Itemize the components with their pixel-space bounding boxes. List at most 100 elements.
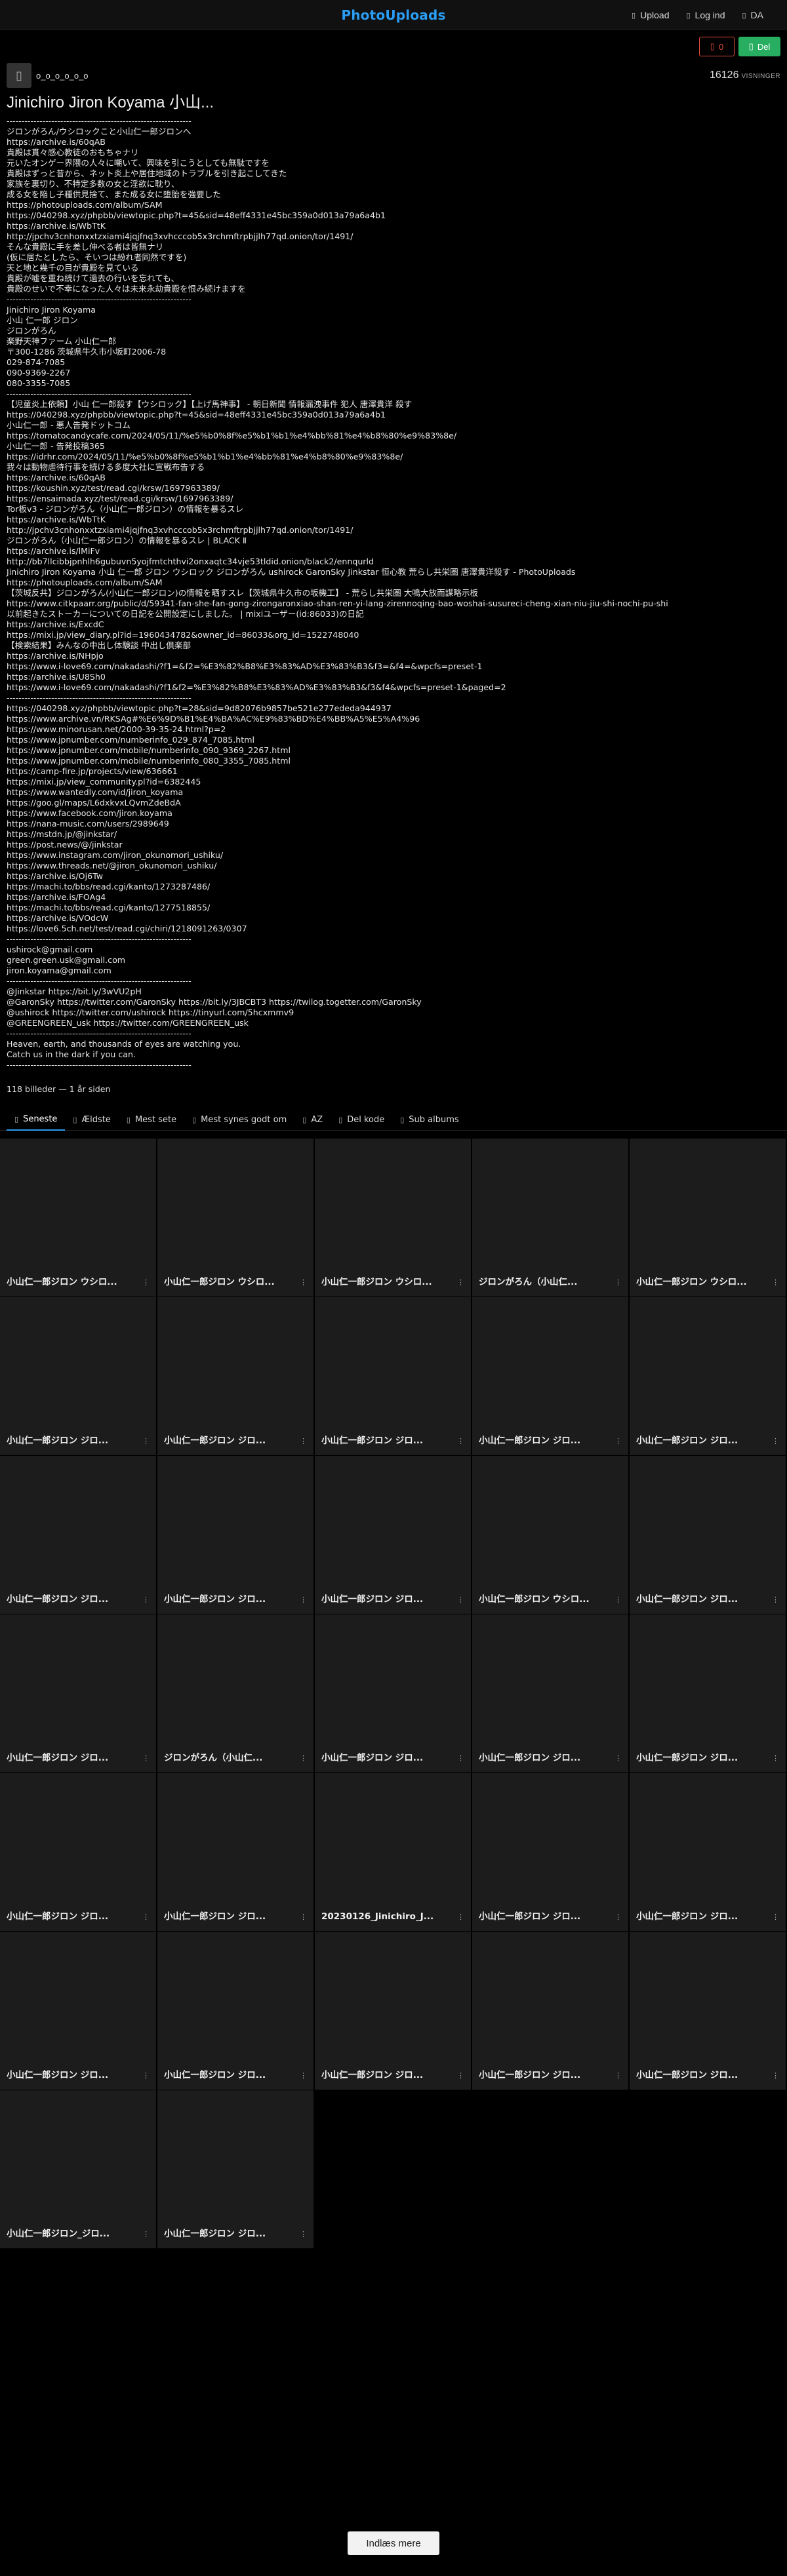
dots-icon[interactable]: ⋮ bbox=[772, 1913, 779, 1921]
image-caption[interactable]: 小山仁一郎ジロン ジロ... bbox=[7, 2067, 136, 2080]
image-thumbnail[interactable]: 小山仁一郎ジロン ジロ... ⋮ bbox=[472, 1297, 628, 1455]
dots-icon[interactable]: ⋮ bbox=[615, 1754, 622, 1763]
site-logo[interactable]: PhotoUploads bbox=[341, 7, 445, 23]
tab-most-viewed[interactable]: ▯ Mest sete bbox=[119, 1108, 184, 1131]
dots-icon[interactable]: ⋮ bbox=[615, 2071, 622, 2080]
image-thumbnail[interactable]: 小山仁一郎ジロン ジロ... ⋮ bbox=[315, 1614, 471, 1772]
image-caption[interactable]: 小山仁一郎ジロン ジロ... bbox=[321, 1750, 451, 1763]
image-thumbnail[interactable]: 小山仁一郎ジロン ジロ... ⋮ bbox=[0, 1932, 156, 2090]
owner-name[interactable]: o_o_o_o_o_o bbox=[36, 71, 89, 81]
image-caption[interactable]: 小山仁一郎ジロン ジロ... bbox=[164, 2067, 294, 2080]
dots-icon[interactable]: ⋮ bbox=[142, 1754, 150, 1763]
image-thumbnail[interactable]: 小山仁一郎ジロン ウシロ... ⋮ bbox=[0, 1139, 156, 1297]
image-thumbnail[interactable]: 小山仁一郎ジロン ジロ... ⋮ bbox=[630, 1614, 786, 1772]
image-thumbnail[interactable]: 小山仁一郎ジロン ジロ... ⋮ bbox=[157, 1773, 313, 1931]
dots-icon[interactable]: ⋮ bbox=[615, 1913, 622, 1921]
dots-icon[interactable]: ⋮ bbox=[142, 1595, 150, 1604]
avatar[interactable]: ▯ bbox=[7, 63, 31, 88]
image-caption[interactable]: 小山仁一郎ジロン ウシロ... bbox=[7, 1274, 136, 1287]
dots-icon[interactable]: ⋮ bbox=[300, 1595, 307, 1604]
image-caption[interactable]: 小山仁一郎ジロン ジロ... bbox=[636, 2067, 766, 2080]
image-caption[interactable]: 小山仁一郎ジロン_ジロ... bbox=[7, 2226, 136, 2239]
share-button[interactable]: ▯ Del bbox=[738, 37, 780, 56]
image-caption[interactable]: 小山仁一郎ジロン ジロ... bbox=[636, 1909, 766, 1922]
image-caption[interactable]: 小山仁一郎ジロン ジロ... bbox=[636, 1591, 766, 1605]
image-caption[interactable]: 小山仁一郎ジロン ジロ... bbox=[164, 1591, 294, 1605]
image-thumbnail[interactable]: 小山仁一郎ジロン ジロ... ⋮ bbox=[157, 1456, 313, 1614]
like-button[interactable]: ▯ 0 bbox=[699, 37, 735, 56]
image-caption[interactable]: 小山仁一郎ジロン ウシロ... bbox=[321, 1274, 451, 1287]
tab-latest[interactable]: ▯ Seneste bbox=[7, 1108, 66, 1131]
image-thumbnail[interactable]: 小山仁一郎ジロン ウシロ... ⋮ bbox=[157, 1139, 313, 1297]
image-caption[interactable]: 小山仁一郎ジロン ジロ... bbox=[7, 1750, 136, 1763]
image-caption[interactable]: 小山仁一郎ジロン ジロ... bbox=[321, 1591, 451, 1605]
tab-share-code[interactable]: ▯ Del kode bbox=[331, 1108, 392, 1131]
tab-most-liked[interactable]: ▯ Mest synes godt om bbox=[184, 1108, 294, 1131]
dots-icon[interactable]: ⋮ bbox=[142, 1437, 150, 1445]
image-thumbnail[interactable]: 小山仁一郎ジロン ジロ... ⋮ bbox=[0, 1456, 156, 1614]
image-thumbnail[interactable]: 小山仁一郎ジロン ジロ... ⋮ bbox=[630, 1932, 786, 2090]
image-thumbnail[interactable]: 小山仁一郎ジロン ウシロ... ⋮ bbox=[315, 1139, 471, 1297]
dots-icon[interactable]: ⋮ bbox=[457, 1754, 464, 1763]
image-thumbnail[interactable]: 小山仁一郎ジロン_ジロ... ⋮ bbox=[0, 2090, 156, 2248]
image-thumbnail[interactable]: 小山仁一郎ジロン ジロ... ⋮ bbox=[472, 1773, 628, 1931]
dots-icon[interactable]: ⋮ bbox=[142, 2230, 150, 2238]
image-caption[interactable]: 小山仁一郎ジロン ジロ... bbox=[636, 1750, 766, 1763]
dots-icon[interactable]: ⋮ bbox=[615, 1437, 622, 1445]
image-thumbnail[interactable]: 小山仁一郎ジロン ウシロ... ⋮ bbox=[630, 1139, 786, 1297]
image-thumbnail[interactable]: 20230126_Jinichiro_J... ⋮ bbox=[315, 1773, 471, 1931]
image-thumbnail[interactable]: 小山仁一郎ジロン ジロ... ⋮ bbox=[315, 1932, 471, 2090]
login-link[interactable]: ▯ Log ind bbox=[686, 10, 725, 20]
load-more-button[interactable]: Indlæs mere bbox=[348, 2531, 439, 2555]
upload-link[interactable]: ▯ Upload bbox=[632, 10, 669, 20]
image-thumbnail[interactable]: 小山仁一郎ジロン ジロ... ⋮ bbox=[0, 1614, 156, 1772]
image-caption[interactable]: 小山仁一郎ジロン ウシロ... bbox=[479, 1591, 609, 1605]
image-thumbnail[interactable]: 小山仁一郎ジロン ジロ... ⋮ bbox=[630, 1456, 786, 1614]
dots-icon[interactable]: ⋮ bbox=[772, 1754, 779, 1763]
image-thumbnail[interactable]: 小山仁一郎ジロン ジロ... ⋮ bbox=[630, 1297, 786, 1455]
dots-icon[interactable]: ⋮ bbox=[457, 1437, 464, 1445]
tab-sub-albums[interactable]: ▯ Sub albums bbox=[392, 1108, 466, 1131]
image-thumbnail[interactable]: 小山仁一郎ジロン ジロ... ⋮ bbox=[157, 2090, 313, 2248]
image-caption[interactable]: 小山仁一郎ジロン ジロ... bbox=[479, 1909, 609, 1922]
image-caption[interactable]: 小山仁一郎ジロン ジロ... bbox=[321, 2067, 451, 2080]
image-thumbnail[interactable]: 小山仁一郎ジロン ジロ... ⋮ bbox=[0, 1297, 156, 1455]
image-caption[interactable]: ジロンがろん（小山仁... bbox=[164, 1750, 294, 1763]
dots-icon[interactable]: ⋮ bbox=[457, 1595, 464, 1604]
image-thumbnail[interactable]: 小山仁一郎ジロン ジロ... ⋮ bbox=[0, 1773, 156, 1931]
tab-oldest[interactable]: ▯ Ældste bbox=[65, 1108, 118, 1131]
dots-icon[interactable]: ⋮ bbox=[772, 1595, 779, 1604]
image-caption[interactable]: 小山仁一郎ジロン ジロ... bbox=[321, 1433, 451, 1446]
dots-icon[interactable]: ⋮ bbox=[142, 1278, 150, 1287]
image-caption[interactable]: 小山仁一郎ジロン ジロ... bbox=[164, 2226, 294, 2239]
image-caption[interactable]: 小山仁一郎ジロン ジロ... bbox=[479, 1750, 609, 1763]
image-thumbnail[interactable]: 小山仁一郎ジロン ジロ... ⋮ bbox=[472, 1932, 628, 2090]
image-caption[interactable]: 小山仁一郎ジロン ウシロ... bbox=[164, 1274, 294, 1287]
dots-icon[interactable]: ⋮ bbox=[300, 1278, 307, 1287]
image-thumbnail[interactable]: ジロンがろん（小山仁... ⋮ bbox=[157, 1614, 313, 1772]
image-caption[interactable]: 小山仁一郎ジロン ジロ... bbox=[7, 1909, 136, 1922]
image-thumbnail[interactable]: 小山仁一郎ジロン ジロ... ⋮ bbox=[157, 1932, 313, 2090]
dots-icon[interactable]: ⋮ bbox=[615, 1278, 622, 1287]
image-caption[interactable]: 小山仁一郎ジロン ジロ... bbox=[164, 1909, 294, 1922]
image-caption[interactable]: 20230126_Jinichiro_J... bbox=[321, 1911, 451, 1922]
dots-icon[interactable]: ⋮ bbox=[457, 2071, 464, 2080]
dots-icon[interactable]: ⋮ bbox=[300, 2230, 307, 2238]
dots-icon[interactable]: ⋮ bbox=[300, 1913, 307, 1921]
language-selector[interactable]: ▯ DA bbox=[742, 10, 763, 20]
image-thumbnail[interactable]: 小山仁一郎ジロン ジロ... ⋮ bbox=[472, 1614, 628, 1772]
image-thumbnail[interactable]: 小山仁一郎ジロン ジロ... ⋮ bbox=[315, 1297, 471, 1455]
tab-az[interactable]: ▯ AZ bbox=[294, 1108, 331, 1131]
image-caption[interactable]: 小山仁一郎ジロン ジロ... bbox=[7, 1591, 136, 1605]
dots-icon[interactable]: ⋮ bbox=[457, 1913, 464, 1921]
image-caption[interactable]: 小山仁一郎ジロン ジロ... bbox=[7, 1433, 136, 1446]
image-thumbnail[interactable]: 小山仁一郎ジロン ウシロ... ⋮ bbox=[472, 1456, 628, 1614]
image-thumbnail[interactable]: 小山仁一郎ジロン ジロ... ⋮ bbox=[157, 1297, 313, 1455]
dots-icon[interactable]: ⋮ bbox=[300, 1754, 307, 1763]
image-caption[interactable]: 小山仁一郎ジロン ジロ... bbox=[479, 2067, 609, 2080]
dots-icon[interactable]: ⋮ bbox=[457, 1278, 464, 1287]
image-caption[interactable]: 小山仁一郎ジロン ウシロ... bbox=[636, 1274, 766, 1287]
dots-icon[interactable]: ⋮ bbox=[300, 2071, 307, 2080]
dots-icon[interactable]: ⋮ bbox=[142, 2071, 150, 2080]
image-thumbnail[interactable]: 小山仁一郎ジロン ジロ... ⋮ bbox=[630, 1773, 786, 1931]
